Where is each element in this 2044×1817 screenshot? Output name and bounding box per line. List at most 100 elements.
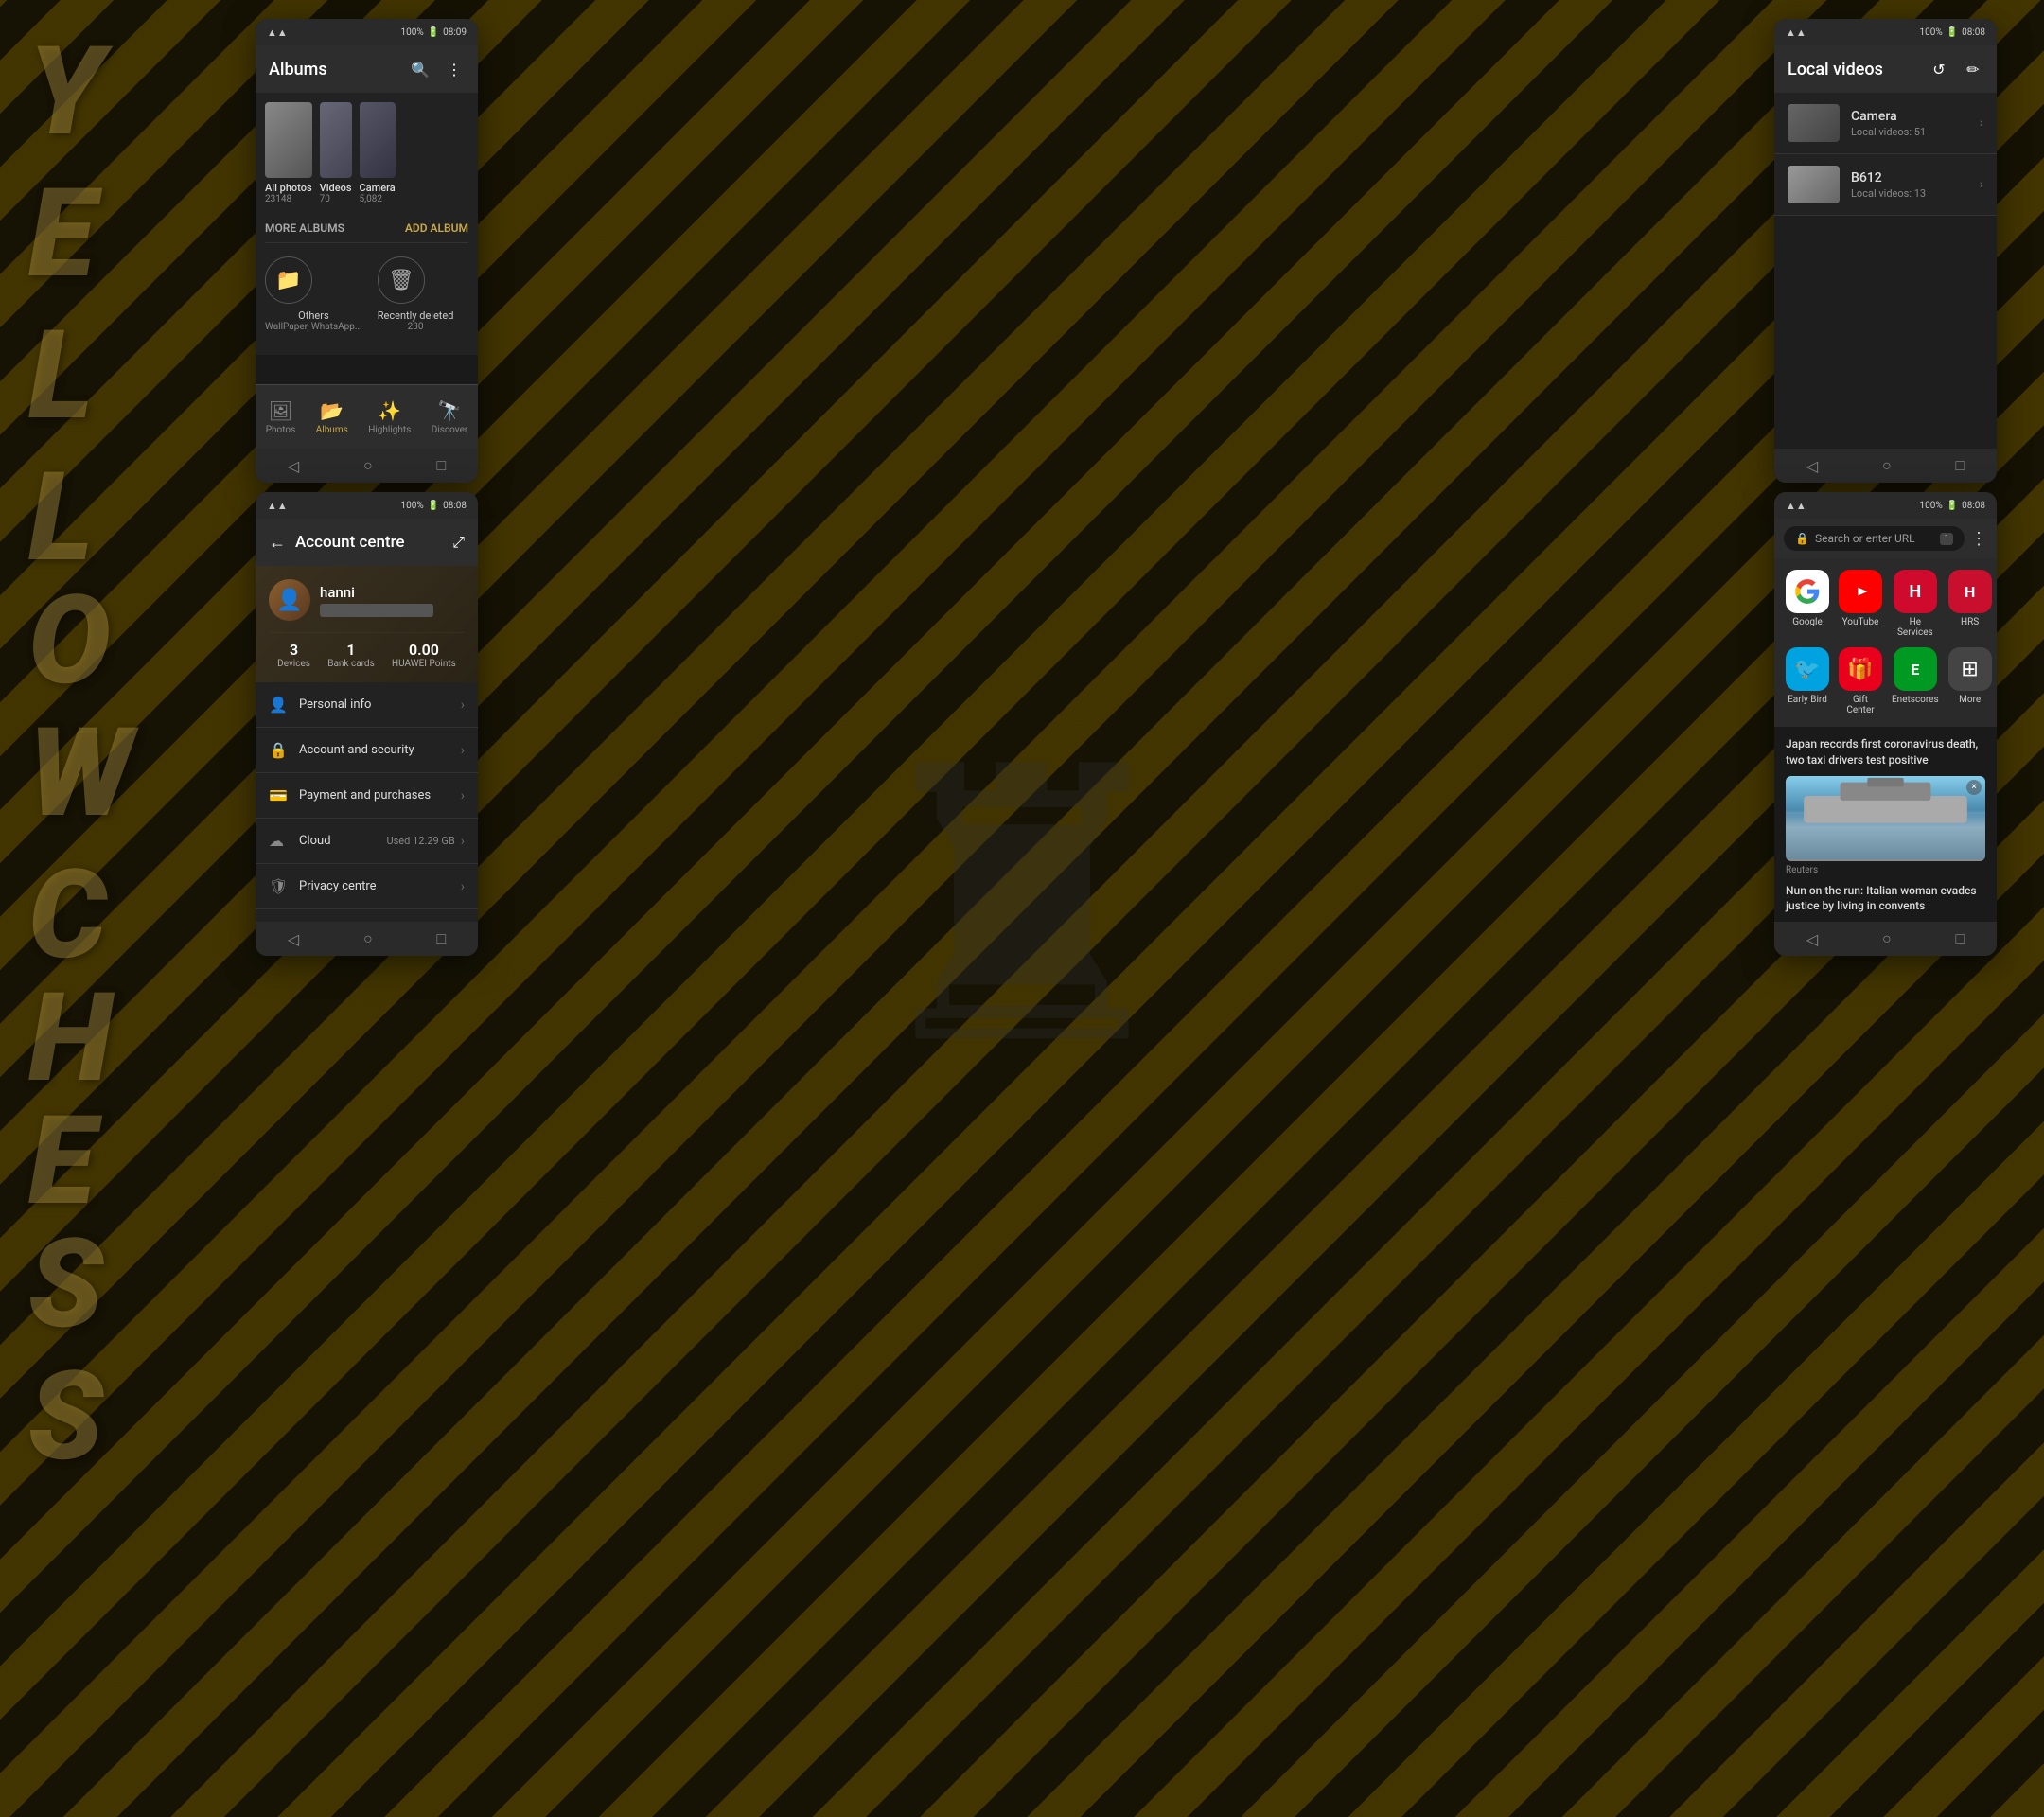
browser-back-nav[interactable]: ◁ xyxy=(1806,930,1818,948)
services-icon: H xyxy=(1894,570,1937,613)
others-icon: 📁 xyxy=(265,256,312,304)
menu-personal-info[interactable]: 👤 Personal info › xyxy=(256,682,478,728)
early-bird-icon: 🐦 xyxy=(1786,647,1829,691)
account-recents-nav[interactable]: □ xyxy=(436,929,446,948)
discover-nav-icon: 🔭 xyxy=(438,399,462,422)
user-email-bar xyxy=(320,604,433,617)
menu-account-security[interactable]: 🔒 Account and security › xyxy=(256,728,478,773)
nav-photos[interactable]: 🖼 Photos xyxy=(266,399,296,435)
news-source-1: Reuters xyxy=(1786,865,1985,875)
more-icon: ⊞ xyxy=(1948,647,1992,691)
security-icon: 🔒 xyxy=(269,741,288,759)
browser-status-bar: ▲▲ 100% 🔋 08:08 xyxy=(1774,492,1997,519)
special-albums-row: 📁 Others WallPaper, WhatsApp... 🗑 Recent… xyxy=(265,243,468,345)
browser-screen: ▲▲ 100% 🔋 08:08 🔒 Search or enter URL 1 … xyxy=(1774,492,1997,956)
app-enetscores[interactable]: E Enetscores xyxy=(1892,647,1939,715)
arrow-icon-4: › xyxy=(461,834,465,849)
browser-bar: 🔒 Search or enter URL 1 ⋮ xyxy=(1774,519,1997,558)
albums-actions: 🔍 ⋮ xyxy=(410,59,465,79)
albums-search-button[interactable]: 🔍 xyxy=(410,59,431,79)
recents-nav-btn[interactable]: □ xyxy=(436,456,446,475)
album-all-photos[interactable]: All photos 23148 xyxy=(265,102,312,204)
video-arrow-b612: › xyxy=(1980,177,1983,192)
app-hrs[interactable]: H HRS xyxy=(1948,570,1992,638)
videos-home-nav[interactable]: ○ xyxy=(1882,456,1892,475)
videos-actions: ↺ ✏ xyxy=(1929,59,1983,79)
albums-bottom-nav: 🖼 Photos 📂 Albums ✨ Highlights 🔭 Discove… xyxy=(256,384,478,449)
video-arrow-camera: › xyxy=(1980,115,1983,131)
videos-app-bar: Local videos ↺ ✏ xyxy=(1774,45,1997,93)
account-expand-button[interactable]: ⤢ xyxy=(452,533,465,552)
menu-payment[interactable]: 💳 Payment and purchases › xyxy=(256,773,478,819)
account-screen: ▲▲ 100% 🔋 08:08 ← Account centre ⤢ 👤 han… xyxy=(256,492,478,956)
user-info-row: 👤 hanni xyxy=(269,579,465,621)
vt2-s: S xyxy=(28,1211,103,1356)
app-services[interactable]: H He Services xyxy=(1892,570,1939,638)
cloud-icon: ☁ xyxy=(269,832,288,850)
hrs-icon: H xyxy=(1948,570,1992,613)
user-card: 👤 hanni 3 Devices 1 Bank cards 0.00 HUAW… xyxy=(256,566,478,682)
videos-back-nav[interactable]: ◁ xyxy=(1806,457,1818,475)
albums-app-bar: Albums 🔍 ⋮ xyxy=(256,45,478,93)
youtube-icon xyxy=(1839,570,1882,613)
app-early-bird[interactable]: 🐦 Early Bird xyxy=(1786,647,1829,715)
browser-menu-button[interactable]: ⋮ xyxy=(1970,529,1987,549)
account-header: ← Account centre ⤢ xyxy=(256,519,478,566)
personal-info-icon: 👤 xyxy=(269,696,288,714)
home-nav-btn[interactable]: ○ xyxy=(363,456,373,475)
news-close-button-1[interactable]: × xyxy=(1966,780,1982,795)
news-image-1[interactable]: × xyxy=(1786,776,1985,861)
album-camera[interactable]: Camera 5,082 xyxy=(360,102,396,204)
app-google[interactable]: Google xyxy=(1786,570,1829,638)
app-youtube[interactable]: YouTube xyxy=(1839,570,1882,638)
account-centre-title: Account centre xyxy=(295,533,443,552)
browser-home-nav[interactable]: ○ xyxy=(1882,929,1892,948)
albums-more-button[interactable]: ⋮ xyxy=(444,59,465,79)
back-nav-btn[interactable]: ◁ xyxy=(288,457,299,475)
browser-nav-bar: ◁ ○ □ xyxy=(1774,922,1997,956)
nav-highlights[interactable]: ✨ Highlights xyxy=(368,399,411,435)
google-icon xyxy=(1786,570,1829,613)
video-item-b612[interactable]: B612 Local videos: 13 › xyxy=(1774,154,1997,216)
album-recently-deleted[interactable]: 🗑 Recently deleted 230 xyxy=(378,256,454,332)
arrow-icon: › xyxy=(461,697,465,713)
account-back-nav[interactable]: ◁ xyxy=(288,930,299,948)
albums-nav-icon: 📂 xyxy=(320,399,344,422)
albums-screen: ▲▲ 100% 🔋 08:09 Albums 🔍 ⋮ All photos 23… xyxy=(256,19,478,483)
privacy-icon: 🛡 xyxy=(269,877,288,895)
app-more[interactable]: ⊞ More xyxy=(1948,647,1992,715)
url-text: Search or enter URL xyxy=(1815,532,1934,545)
app-gift-center[interactable]: 🎁 Gift Center xyxy=(1839,647,1882,715)
gift-center-icon: 🎁 xyxy=(1839,647,1882,691)
videos-refresh-button[interactable]: ↺ xyxy=(1929,59,1949,79)
video-thumb-b612 xyxy=(1788,166,1840,203)
trash-icon: 🗑 xyxy=(378,256,425,304)
photos-nav-icon: 🖼 xyxy=(269,399,292,422)
nav-albums[interactable]: 📂 Albums xyxy=(316,399,348,435)
user-name: hanni xyxy=(320,584,433,601)
video-thumb-camera xyxy=(1788,104,1840,142)
video-info-camera: Camera Local videos: 51 xyxy=(1851,109,1980,138)
menu-cloud[interactable]: ☁ Cloud Used 12.29 GB › xyxy=(256,819,478,864)
account-home-nav[interactable]: ○ xyxy=(363,929,373,948)
video-item-camera[interactable]: Camera Local videos: 51 › xyxy=(1774,93,1997,154)
nav-discover[interactable]: 🔭 Discover xyxy=(432,399,468,435)
account-status-bar: ▲▲ 100% 🔋 08:08 xyxy=(256,492,478,519)
chess-piece-decoration: ♜ xyxy=(833,625,1211,1192)
albums-signal: ▲▲ xyxy=(267,26,288,39)
vt-l: L xyxy=(28,303,93,448)
albums-battery-time: 100% 🔋 08:09 xyxy=(400,27,467,38)
menu-privacy[interactable]: 🛡 Privacy centre › xyxy=(256,864,478,909)
videos-recents-nav[interactable]: □ xyxy=(1955,456,1965,475)
album-others[interactable]: 📁 Others WallPaper, WhatsApp... xyxy=(265,256,362,332)
video-info-b612: B612 Local videos: 13 xyxy=(1851,170,1980,200)
browser-recents-nav[interactable]: □ xyxy=(1955,929,1965,948)
add-album-button[interactable]: ADD ALBUM xyxy=(405,221,468,235)
album-videos[interactable]: Videos 70 xyxy=(320,102,352,204)
albums-grid: All photos 23148 Videos 70 Camera xyxy=(265,102,468,204)
vt-y: Y xyxy=(28,19,103,164)
user-stats: 3 Devices 1 Bank cards 0.00 HUAWEI Point… xyxy=(269,632,465,669)
url-input[interactable]: 🔒 Search or enter URL 1 xyxy=(1784,526,1965,551)
account-back-button[interactable]: ← xyxy=(269,533,286,553)
videos-edit-button[interactable]: ✏ xyxy=(1963,59,1983,79)
